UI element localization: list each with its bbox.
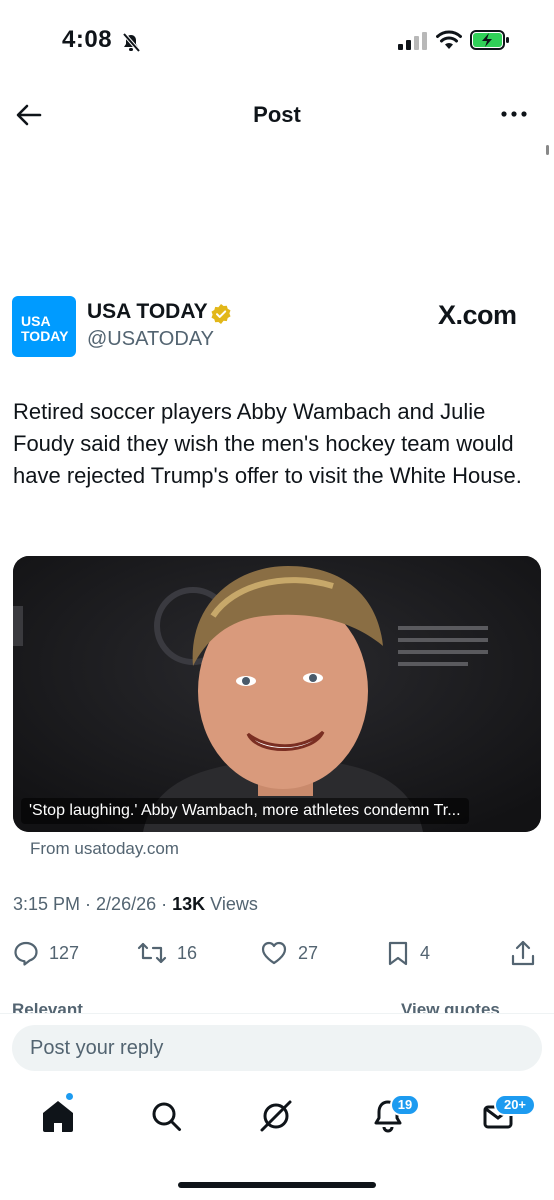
heart-icon (261, 941, 287, 965)
views-label: Views (210, 894, 258, 914)
repost-button[interactable]: 16 (137, 938, 197, 968)
battery-charging-icon (470, 30, 509, 50)
reply-input[interactable] (12, 1025, 510, 1071)
reply-sort-tabs[interactable]: Relevant View quotes (12, 1000, 542, 1014)
account-handle[interactable]: @USATODAY (87, 328, 214, 351)
post-meta: 3:15 PM · 2/26/26 · 13K Views (13, 894, 258, 914)
reply-box[interactable] (12, 1025, 542, 1071)
post-text: Retired soccer players Abby Wambach and … (13, 399, 522, 488)
card-caption: 'Stop laughing.' Abby Wambach, more athl… (21, 798, 469, 824)
more-options-icon[interactable] (498, 102, 530, 126)
post-time: 3:15 PM (13, 894, 81, 914)
wifi-icon (436, 30, 462, 49)
notifications-badge: 19 (390, 1094, 420, 1116)
article-photo (13, 556, 541, 832)
reply-icon (14, 941, 38, 966)
share-icon (511, 940, 535, 966)
view-quotes-link[interactable]: View quotes (401, 1000, 500, 1014)
bookmark-count: 4 (420, 942, 431, 963)
home-indicator (178, 1182, 376, 1188)
like-button[interactable]: 27 (260, 938, 318, 968)
avatar[interactable]: USA TODAY (12, 296, 76, 357)
page-title: Post (253, 102, 301, 127)
home-unread-dot (66, 1093, 73, 1100)
post-date: 2/26/26 (96, 894, 157, 914)
cellular-signal-icon (398, 32, 427, 50)
repost-count: 16 (177, 942, 198, 963)
share-button[interactable] (510, 938, 536, 968)
link-card[interactable]: 'Stop laughing.' Abby Wambach, more athl… (13, 556, 541, 832)
bookmark-icon (388, 941, 408, 966)
bell-slash-icon (122, 33, 140, 53)
grok-icon[interactable] (256, 1096, 296, 1136)
messages-badge: 20+ (494, 1094, 536, 1116)
home-icon[interactable] (38, 1096, 78, 1136)
repost-icon (137, 942, 167, 964)
account-name[interactable]: USA TODAY (87, 300, 208, 324)
verified-badge-icon (211, 304, 231, 324)
status-time: 4:08 (62, 26, 113, 53)
reply-count: 127 (49, 942, 80, 963)
reply-button[interactable]: 127 (13, 938, 79, 968)
like-count: 27 (298, 942, 319, 963)
view-count: 13K (172, 894, 206, 914)
scroll-indicator (546, 145, 549, 155)
bookmark-button[interactable]: 4 (386, 938, 430, 968)
search-icon[interactable] (146, 1096, 186, 1136)
xcom-watermark: X.com (438, 300, 517, 330)
divider (0, 1013, 554, 1014)
card-source[interactable]: From usatoday.com (30, 839, 179, 859)
relevant-tab[interactable]: Relevant (12, 1000, 83, 1014)
